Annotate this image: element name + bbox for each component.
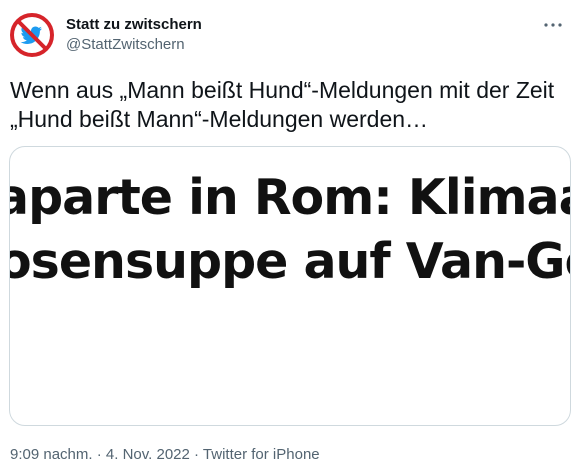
more-options-button[interactable] [540,14,566,36]
more-dots-icon [544,23,562,27]
media-image[interactable]: aparte in Rom: Klimaakt osensuppe auf Va… [9,146,571,426]
tweet-text: Wenn aus „Mann beißt Hund“-Meldungen mit… [10,77,555,132]
user-block: Statt zu zwitschern @StattZwitschern [66,16,202,55]
headline-line-2: osensuppe auf Van-Gogh [9,233,570,290]
tweet-time[interactable]: 9:09 nachm. [10,446,93,463]
meta-separator: · [92,446,106,463]
no-bird-icon [10,13,54,57]
tweet-source[interactable]: Twitter for iPhone [203,446,320,463]
tweet-meta: 9:09 nachm. · 4. Nov. 2022 · Twitter for… [10,446,320,464]
tweet-date[interactable]: 4. Nov. 2022 [106,446,190,463]
user-handle[interactable]: @StattZwitschern [66,35,202,55]
tweet: Statt zu zwitschern @StattZwitschern Wen… [0,0,580,465]
headline-line-1: aparte in Rom: Klimaakt [9,169,570,226]
display-name[interactable]: Statt zu zwitschern [66,16,202,34]
avatar[interactable] [10,13,54,57]
meta-separator: · [189,446,203,463]
